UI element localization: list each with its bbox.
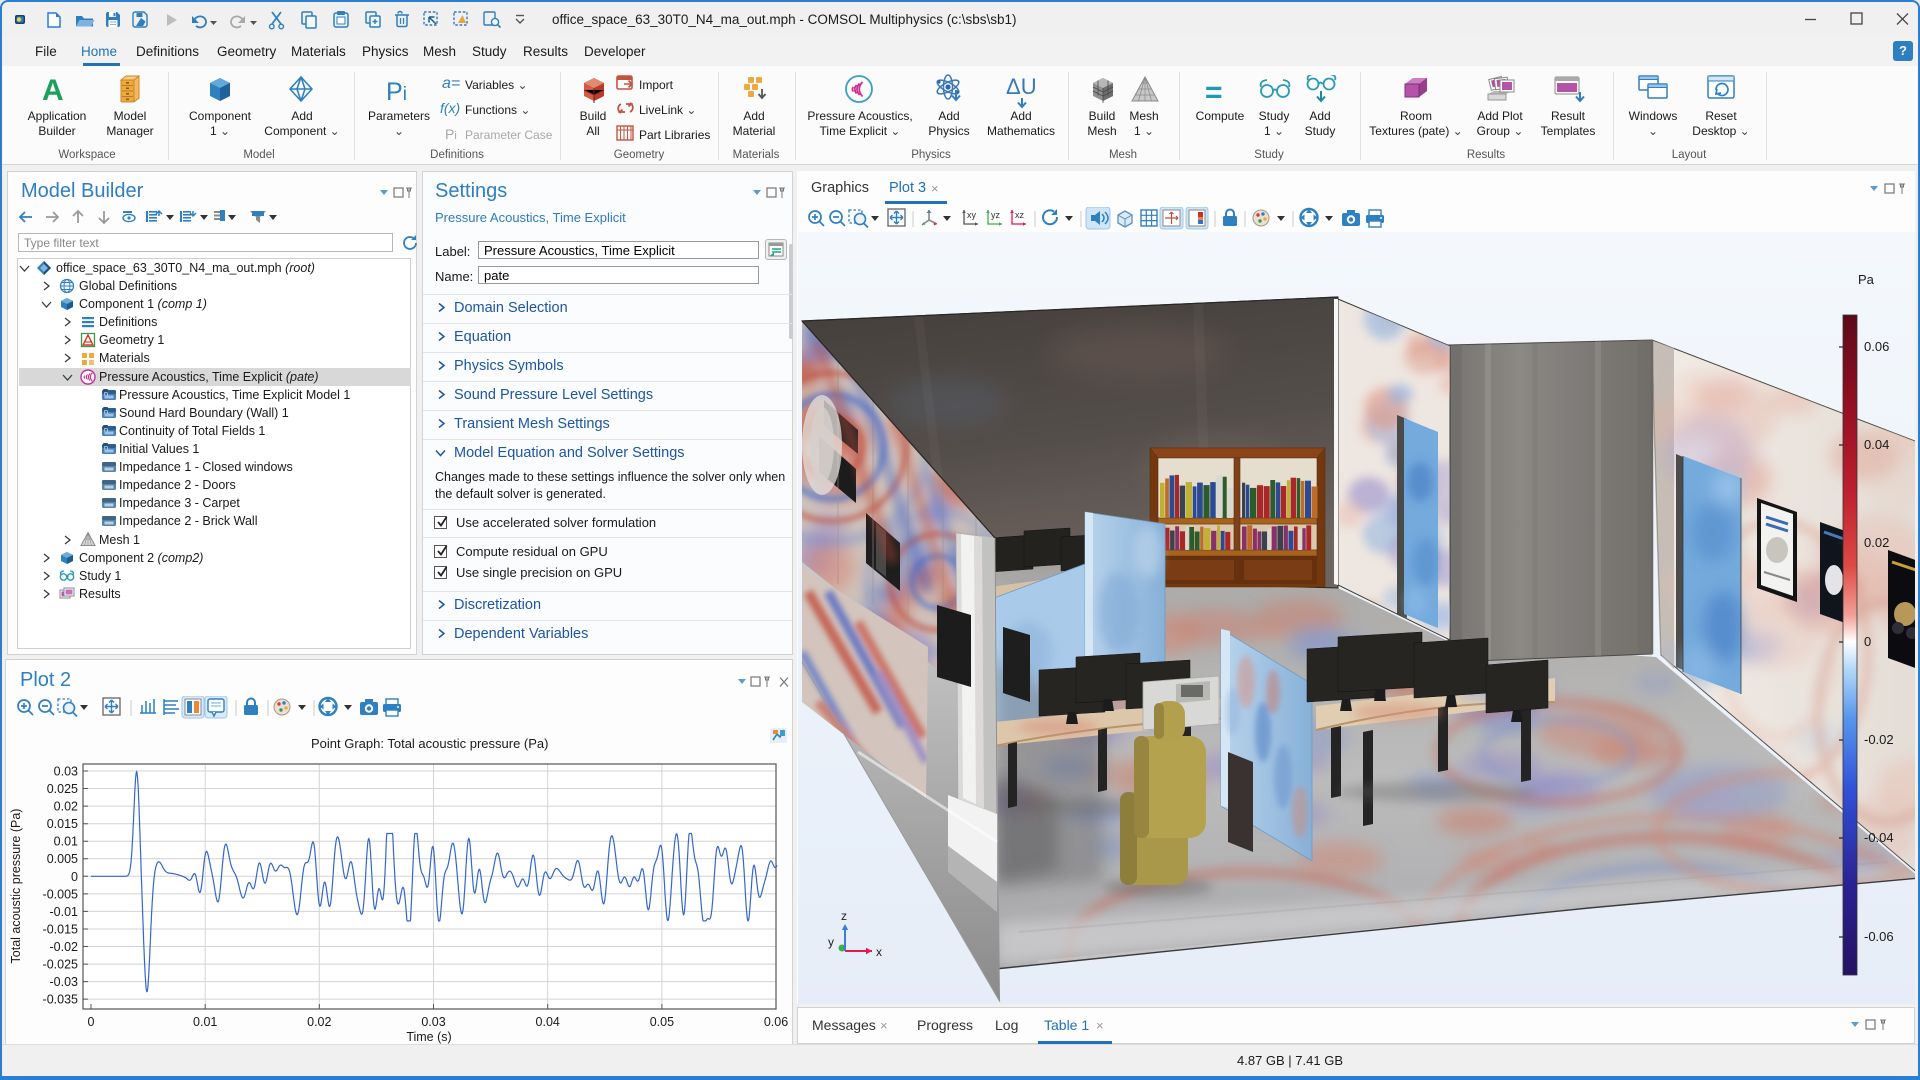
svg-text:0.025: 0.025 <box>47 782 78 796</box>
svg-text:0.005: 0.005 <box>47 852 78 866</box>
svg-text:z: z <box>841 909 847 923</box>
svg-text:-0.03: -0.03 <box>50 975 79 989</box>
svg-text:0: 0 <box>71 870 78 884</box>
svg-text:-0.035: -0.035 <box>43 993 78 1007</box>
svg-text:-0.015: -0.015 <box>43 923 78 937</box>
svg-text:y: y <box>828 935 834 949</box>
svg-text:xz: xz <box>1015 210 1025 220</box>
svg-text:xy: xy <box>967 210 977 220</box>
svg-text:-0.025: -0.025 <box>43 958 78 972</box>
svg-text:-0.04: -0.04 <box>1864 830 1894 845</box>
svg-text:0.015: 0.015 <box>47 817 78 831</box>
svg-text:-0.02: -0.02 <box>50 940 79 954</box>
svg-text:-0.06: -0.06 <box>1864 929 1894 944</box>
svg-text:0.02: 0.02 <box>307 1015 331 1029</box>
svg-text:0.03: 0.03 <box>421 1015 445 1029</box>
svg-text:0: 0 <box>88 1015 95 1029</box>
svg-text:0.06: 0.06 <box>764 1015 788 1029</box>
svg-text:yz: yz <box>991 210 1001 220</box>
svg-text:0.05: 0.05 <box>650 1015 674 1029</box>
svg-text:0.04: 0.04 <box>1864 437 1889 452</box>
svg-text:0.01: 0.01 <box>193 1015 217 1029</box>
svg-text:0.03: 0.03 <box>54 765 78 779</box>
svg-text:0.04: 0.04 <box>536 1015 560 1029</box>
svg-text:Time (s): Time (s) <box>406 1030 451 1044</box>
svg-text:0: 0 <box>1864 634 1871 649</box>
svg-text:Pa: Pa <box>1858 272 1875 287</box>
svg-text:0.06: 0.06 <box>1864 339 1889 354</box>
svg-text:0.02: 0.02 <box>54 800 78 814</box>
svg-text:0.01: 0.01 <box>54 835 78 849</box>
svg-text:-0.01: -0.01 <box>50 905 79 919</box>
svg-text:-0.005: -0.005 <box>43 887 78 901</box>
svg-text:x: x <box>876 945 882 959</box>
svg-text:Total acoustic pressure (Pa): Total acoustic pressure (Pa) <box>9 809 23 964</box>
svg-text:0.02: 0.02 <box>1864 535 1889 550</box>
svg-text:-0.02: -0.02 <box>1864 732 1894 747</box>
